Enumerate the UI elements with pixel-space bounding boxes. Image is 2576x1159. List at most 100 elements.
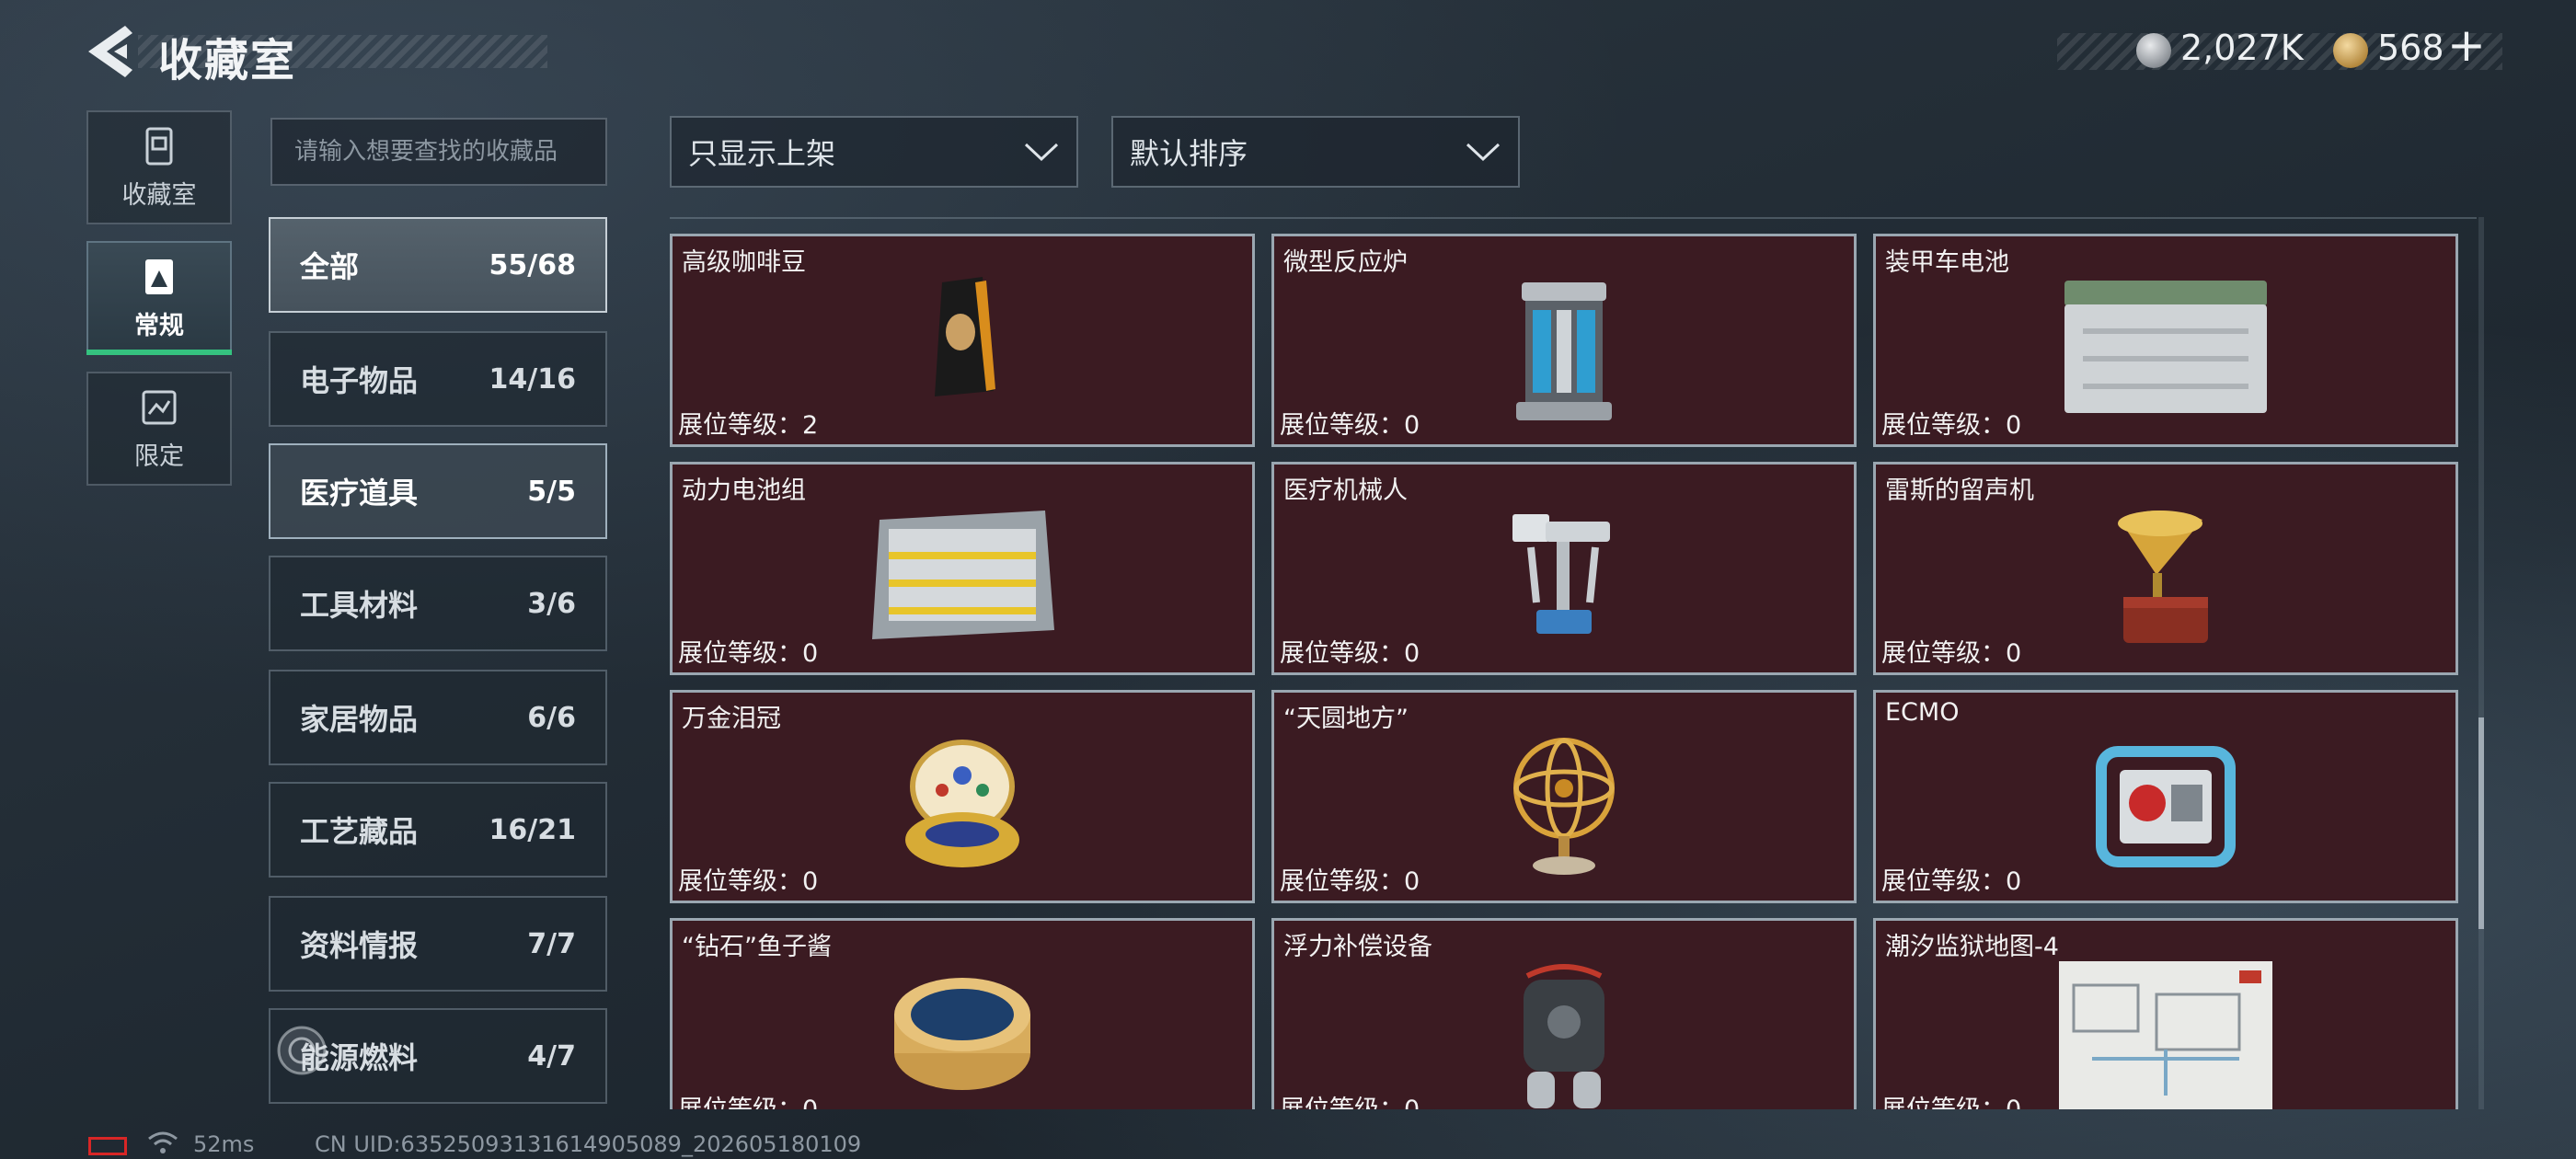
category-count: 5/5 bbox=[527, 475, 576, 508]
category-label: 电子物品 bbox=[300, 363, 419, 398]
item-level: 展位等级：0 bbox=[1881, 639, 2022, 668]
gramophone-icon bbox=[2118, 511, 2208, 643]
buoyancy-compensator-icon bbox=[1524, 964, 1604, 1108]
item-level: 展位等级：0 bbox=[1280, 639, 1420, 668]
chevron-down-icon bbox=[1466, 143, 1501, 162]
category-electronics[interactable]: 电子物品 14/16 bbox=[269, 331, 607, 427]
item-name: 装甲车电池 bbox=[1885, 248, 2009, 277]
grid-scrollbar[interactable] bbox=[2478, 217, 2484, 1109]
item-name: 万金泪冠 bbox=[682, 705, 781, 733]
category-count: 16/21 bbox=[489, 813, 576, 846]
item-name: 潮汐监狱地图-4 bbox=[1885, 933, 2059, 961]
rail-label: 限定 bbox=[134, 442, 184, 471]
collection-card[interactable]: 万金泪冠 展位等级：0 bbox=[670, 690, 1255, 903]
category-household[interactable]: 家居物品 6/6 bbox=[269, 670, 607, 765]
collection-card[interactable]: 浮力补偿设备 展位等级：0 bbox=[1271, 918, 1857, 1109]
category-label: 工具材料 bbox=[300, 588, 419, 623]
collection-card[interactable]: 医疗机械人 展位等级：0 bbox=[1271, 462, 1857, 675]
category-label: 工艺藏品 bbox=[300, 814, 419, 849]
item-level: 展位等级：0 bbox=[1881, 867, 2022, 896]
item-level: 展位等级：2 bbox=[678, 411, 819, 440]
assistive-touch-icon[interactable] bbox=[276, 1025, 328, 1076]
rail-label: 收藏室 bbox=[121, 180, 197, 210]
wifi-icon bbox=[148, 1131, 178, 1153]
grid-divider bbox=[670, 217, 2477, 219]
prison-map-icon bbox=[2059, 961, 2272, 1109]
caviar-tin-icon bbox=[894, 978, 1030, 1090]
silver-currency-amount: 2,027K bbox=[2180, 28, 2304, 68]
category-count: 4/7 bbox=[527, 1039, 576, 1073]
collection-card[interactable]: “钻石”鱼子酱 展位等级：0 bbox=[670, 918, 1255, 1109]
chevron-down-icon bbox=[1024, 143, 1059, 162]
item-name: “天圆地方” bbox=[1283, 705, 1409, 733]
category-medical[interactable]: 医疗道具 5/5 bbox=[269, 443, 607, 539]
category-intel[interactable]: 资料情报 7/7 bbox=[269, 896, 607, 992]
item-name: 高级咖啡豆 bbox=[682, 248, 806, 277]
item-level: 展位等级：0 bbox=[1280, 411, 1420, 440]
rail-tab-limited[interactable]: 限定 bbox=[86, 372, 232, 486]
category-count: 7/7 bbox=[527, 927, 576, 960]
category-label: 全部 bbox=[300, 249, 360, 284]
micro-reactor-icon bbox=[1516, 282, 1612, 420]
add-currency-button[interactable]: + bbox=[2447, 22, 2486, 68]
category-label: 资料情报 bbox=[300, 928, 419, 963]
item-name: ECMO bbox=[1885, 698, 1960, 727]
category-count: 6/6 bbox=[527, 701, 576, 734]
rail-tab-collection-room[interactable]: 收藏室 bbox=[86, 110, 232, 224]
page-title: 收藏室 bbox=[158, 35, 297, 86]
regular-icon bbox=[145, 258, 173, 294]
grid-scrollbar-thumb[interactable] bbox=[2478, 717, 2484, 929]
item-level: 展位等级：0 bbox=[1280, 1089, 1420, 1109]
item-name: “钻石”鱼子酱 bbox=[682, 933, 832, 961]
collection-room-icon bbox=[145, 127, 173, 165]
item-name: 浮力补偿设备 bbox=[1283, 933, 1432, 961]
item-name: 医疗机械人 bbox=[1283, 476, 1408, 505]
limited-icon bbox=[142, 390, 177, 424]
item-level: 展位等级：0 bbox=[1280, 867, 1420, 896]
ecmo-machine-icon bbox=[2096, 746, 2236, 867]
sort-dropdown[interactable]: 默认排序 bbox=[1111, 116, 1520, 188]
collection-card[interactable]: “天圆地方” 展位等级：0 bbox=[1271, 690, 1857, 903]
category-count: 14/16 bbox=[489, 362, 576, 396]
item-name: 微型反应炉 bbox=[1283, 248, 1408, 277]
jeweled-egg-icon bbox=[905, 740, 1019, 867]
collection-grid: 高级咖啡豆 展位等级：2 微型反应炉 展位等级：0 装甲车电池 展位等级：0 动… bbox=[670, 226, 2477, 1109]
uid-text: CN UID:6352509313161490​5089_20260518010… bbox=[315, 1131, 862, 1157]
search-input[interactable]: 请输入想要查找的收藏品 bbox=[270, 118, 607, 186]
armored-vehicle-battery-icon bbox=[2064, 281, 2267, 413]
item-level: 展位等级：0 bbox=[678, 867, 819, 896]
category-crafts[interactable]: 工艺藏品 16/21 bbox=[269, 782, 607, 878]
category-label: 家居物品 bbox=[300, 702, 419, 737]
collection-card[interactable]: 微型反应炉 展位等级：0 bbox=[1271, 234, 1857, 447]
armillary-sphere-icon bbox=[1513, 738, 1615, 875]
collection-card[interactable]: 潮汐监狱地图-4 展位等级：0 bbox=[1873, 918, 2458, 1109]
item-level: 展位等级：0 bbox=[1881, 1089, 2021, 1109]
category-label: 医疗道具 bbox=[300, 476, 419, 511]
gold-coin-icon bbox=[2333, 33, 2368, 68]
battery-icon bbox=[88, 1137, 127, 1155]
rail-label: 常规 bbox=[134, 311, 184, 340]
item-level: 展位等级：0 bbox=[678, 639, 819, 668]
display-filter-dropdown[interactable]: 只显示上架 bbox=[670, 116, 1078, 188]
category-count: 3/6 bbox=[527, 587, 576, 620]
item-level: 展位等级：0 bbox=[1881, 411, 2022, 440]
collection-card[interactable]: 装甲车电池 展位等级：0 bbox=[1873, 234, 2458, 447]
collection-card[interactable]: 高级咖啡豆 展位等级：2 bbox=[670, 234, 1255, 447]
collection-card[interactable]: ECMO 展位等级：0 bbox=[1873, 690, 2458, 903]
rail-tab-regular[interactable]: 常规 bbox=[86, 241, 232, 355]
rail-active-indicator bbox=[86, 350, 232, 355]
display-filter-value: 只显示上架 bbox=[688, 136, 836, 171]
category-count: 55/68 bbox=[489, 248, 576, 281]
sort-value: 默认排序 bbox=[1130, 136, 1248, 171]
coffee-bag-icon bbox=[935, 277, 995, 396]
medical-robot-icon bbox=[1512, 514, 1610, 634]
collection-card[interactable]: 动力电池组 展位等级：0 bbox=[670, 462, 1255, 675]
silver-coin-icon bbox=[2136, 33, 2171, 68]
back-arrow-icon[interactable] bbox=[85, 24, 136, 79]
category-all[interactable]: 全部 55/68 bbox=[269, 217, 607, 313]
collection-card[interactable]: 雷斯的留声机 展位等级：0 bbox=[1873, 462, 2458, 675]
item-name: 雷斯的留声机 bbox=[1885, 476, 2034, 505]
category-tools[interactable]: 工具材料 3/6 bbox=[269, 556, 607, 651]
ping-text: 52ms bbox=[193, 1131, 255, 1157]
item-name: 动力电池组 bbox=[682, 476, 806, 505]
